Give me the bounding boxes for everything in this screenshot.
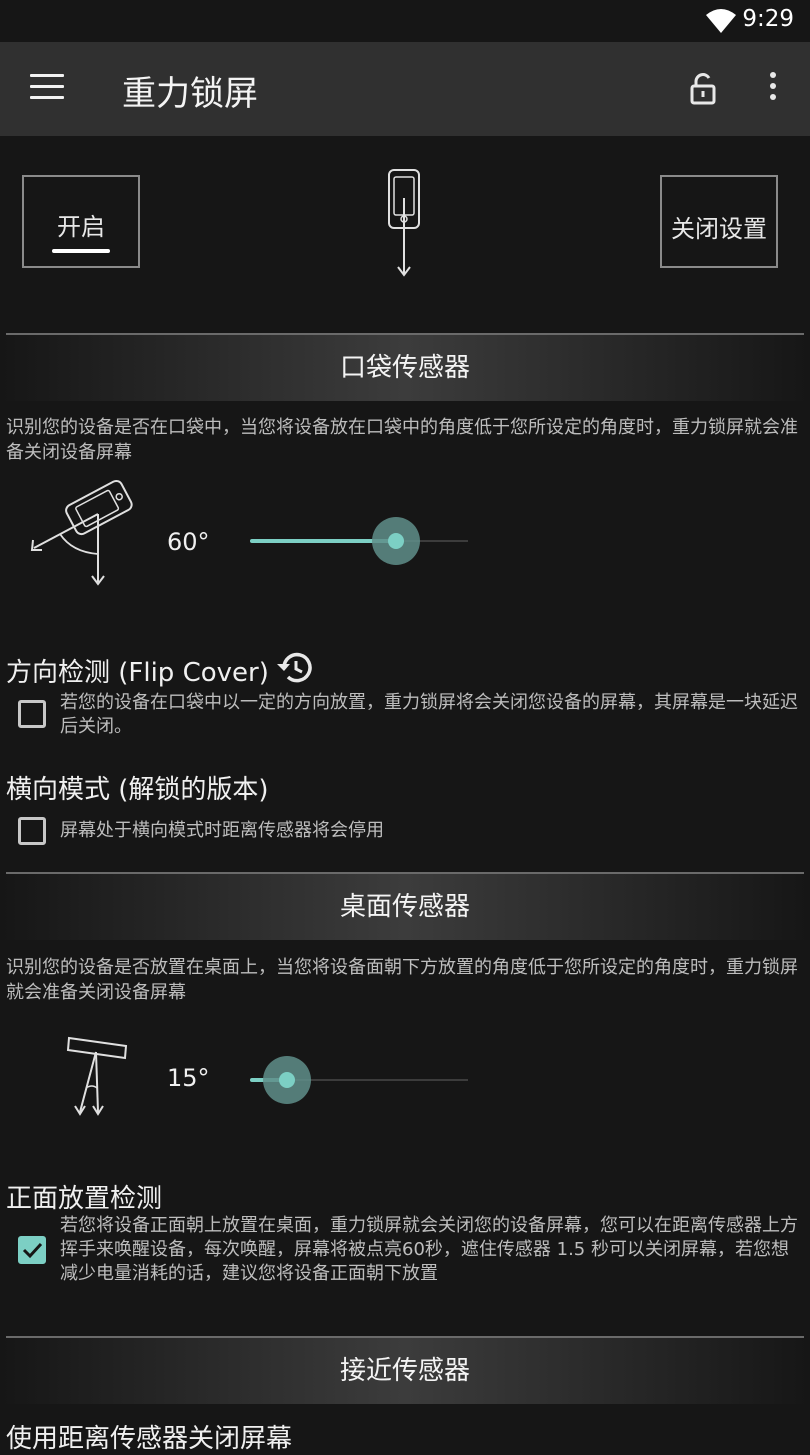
app-title: 重力锁屏 [122, 74, 258, 114]
table-slider-thumb[interactable] [279, 1072, 295, 1088]
start-active-indicator [52, 249, 110, 253]
face-up-detection-title: 正面放置检测 [6, 1184, 163, 1214]
stop-settings-button[interactable]: 关闭设置 [660, 175, 778, 268]
status-bar: 9:29 [0, 0, 810, 42]
landscape-mode-title: 横向模式 (解锁的版本) [6, 775, 269, 805]
unlock-icon[interactable] [688, 72, 718, 106]
flip-cover-title: 方向检测 (Flip Cover) [6, 658, 269, 688]
menu-icon[interactable] [30, 74, 64, 102]
status-time: 9:29 [742, 6, 794, 32]
app-bar: 重力锁屏 [0, 42, 810, 136]
history-icon[interactable] [274, 650, 312, 686]
pocket-sensor-header: 口袋传感器 [0, 335, 810, 401]
table-sensor-description: 识别您的设备是否放置在桌面上，当您将设备面朝下方放置的角度低于您所设定的角度时，… [6, 957, 798, 1003]
pocket-angle-value: 60° [167, 528, 210, 556]
table-sensor-header: 桌面传感器 [0, 874, 810, 940]
pocket-sensor-description: 识别您的设备是否在口袋中，当您将设备放在口袋中的角度低于您所设定的角度时，重力锁… [6, 417, 798, 463]
flip-cover-checkbox[interactable] [18, 700, 46, 728]
check-icon [22, 1242, 43, 1259]
more-vert-icon[interactable] [764, 72, 782, 106]
phone-down-icon [388, 169, 420, 277]
table-angle-icon [66, 1036, 128, 1116]
proximity-option-title: 使用距离传感器关闭屏幕 [6, 1424, 293, 1454]
proximity-sensor-header: 接近传感器 [0, 1338, 810, 1404]
landscape-mode-description: 屏幕处于横向模式时距离传感器将会停用 [60, 820, 384, 841]
start-button[interactable]: 开启 [22, 175, 140, 268]
flip-cover-description: 若您的设备在口袋中以一定的方向放置，重力锁屏将会关闭您设备的屏幕，其屏幕是一块延… [60, 692, 798, 737]
landscape-mode-checkbox[interactable] [18, 817, 46, 845]
stop-settings-label: 关闭设置 [671, 215, 767, 243]
face-up-detection-checkbox[interactable] [18, 1236, 46, 1264]
pocket-angle-icon [30, 479, 133, 586]
wifi-icon [706, 9, 736, 33]
pocket-slider-thumb[interactable] [388, 533, 404, 549]
start-button-label: 开启 [57, 213, 105, 241]
table-angle-value: 15° [167, 1064, 210, 1092]
face-up-detection-description: 若您将设备正面朝上放置在桌面，重力锁屏就会关闭您的设备屏幕，您可以在距离传感器上… [60, 1215, 798, 1284]
